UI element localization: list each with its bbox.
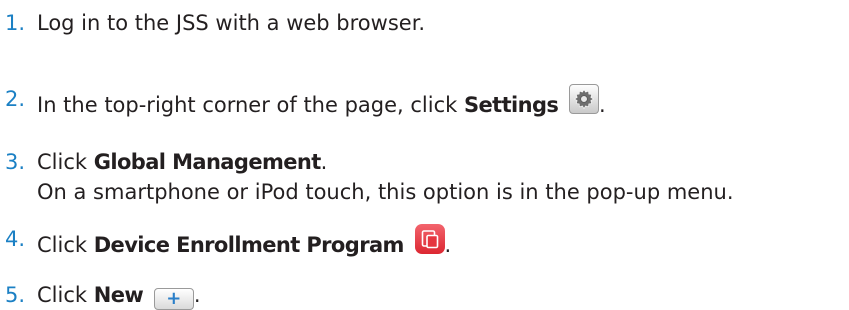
step-number: 2. (5, 87, 26, 111)
step-number: 4. (5, 227, 26, 251)
step-text: Log in to the JSS with a web browser. (37, 11, 426, 35)
step-end: . (599, 93, 606, 117)
new-label: New (93, 283, 144, 307)
settings-label: Settings (463, 93, 559, 117)
device-enrollment-program-label: Device Enrollment Program (93, 233, 405, 257)
step-text: Click (37, 150, 94, 174)
step-number: 3. (5, 150, 26, 174)
step-end: . (193, 283, 201, 307)
step-text: Click (37, 283, 94, 307)
step-5: 5. Click New +. (5, 280, 201, 310)
step-number: 1. (5, 11, 26, 35)
step-3: 3. Click Global Management. On a smartph… (5, 147, 734, 207)
step-text: In the top-right corner of the page, cli… (37, 93, 464, 117)
step-text: Click (37, 233, 94, 257)
step-number: 5. (5, 283, 26, 307)
device-enrollment-icon (414, 224, 445, 254)
step-end: . (444, 233, 452, 257)
step-2: 2. In the top-right corner of the page, … (5, 84, 606, 120)
step-1: 1. Log in to the JSS with a web browser. (5, 8, 425, 38)
step-4: 4. Click Device Enrollment Program . (5, 224, 451, 260)
step-end: . (320, 150, 328, 174)
plus-icon: + (153, 288, 194, 310)
step-note: On a smartphone or iPod touch, this opti… (37, 180, 734, 204)
gear-icon (569, 84, 599, 114)
global-management-label: Global Management (93, 150, 322, 174)
